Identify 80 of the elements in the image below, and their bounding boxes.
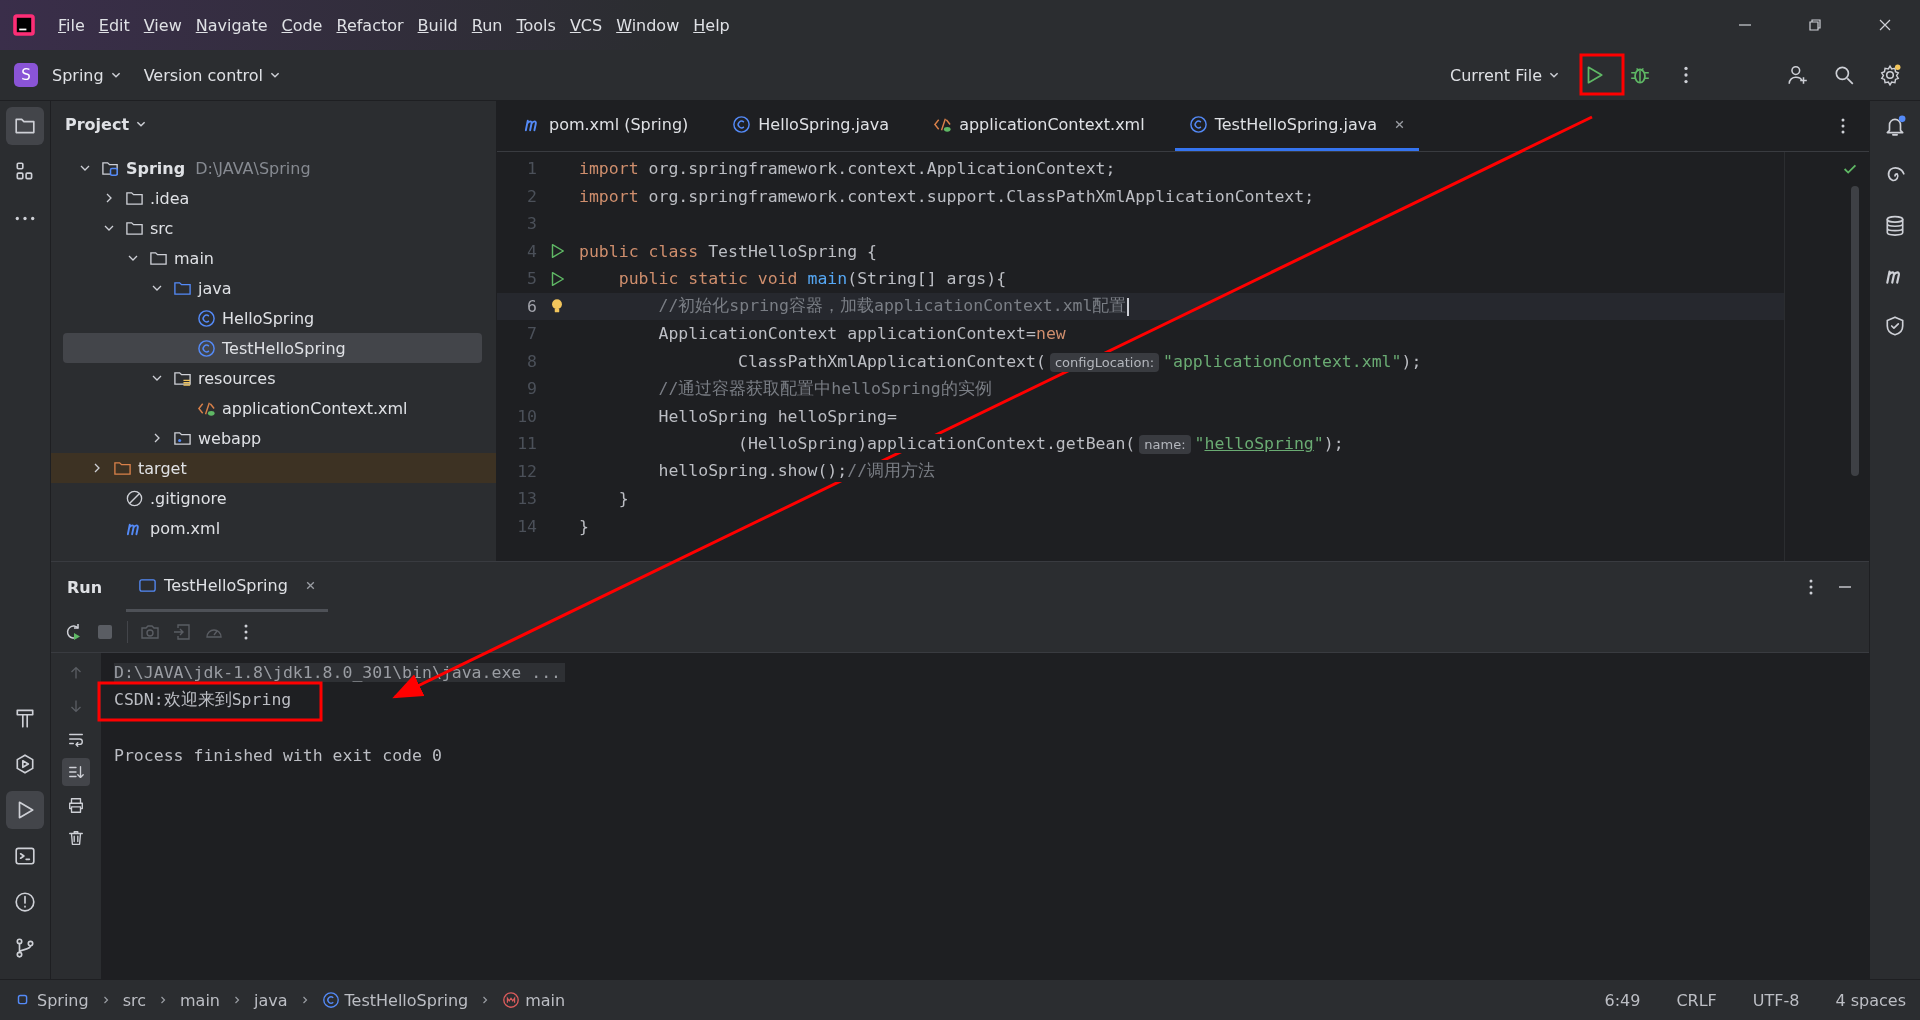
menu-item[interactable]: Edit <box>98 15 130 35</box>
tree-item[interactable]: TestHelloSpring <box>63 333 482 363</box>
breadcrumb[interactable]: Spring <box>14 990 89 1010</box>
version-control-dropdown[interactable]: Version control <box>135 59 290 91</box>
method-icon <box>502 991 521 1009</box>
breadcrumb[interactable]: java <box>254 990 288 1010</box>
app-logo-icon <box>12 13 36 37</box>
tree-item[interactable]: pom.xml <box>63 513 482 543</box>
run-configuration-dropdown[interactable]: Current File <box>1442 59 1568 91</box>
menu-item[interactable]: View <box>143 15 182 35</box>
class-icon <box>197 338 216 358</box>
problems-icon <box>14 891 36 913</box>
editor-tab[interactable]: pom.xml (Spring) <box>509 101 703 151</box>
class-icon <box>732 115 752 134</box>
add-user-icon[interactable] <box>1787 64 1809 86</box>
search-icon[interactable] <box>1833 64 1855 86</box>
menu-item[interactable]: Refactor <box>336 15 404 35</box>
console-line: CSDN:欢迎来到Spring <box>114 689 292 712</box>
chevron-icon <box>158 995 168 1005</box>
class-icon <box>321 991 340 1009</box>
tree-item[interactable]: main <box>63 243 482 273</box>
highlight-box <box>1579 53 1625 96</box>
editor-tab[interactable]: HelloSpring.java <box>718 101 904 151</box>
close-icon[interactable] <box>304 580 316 591</box>
class-icon <box>197 308 216 328</box>
menu-item[interactable]: File <box>58 15 85 35</box>
tree-item[interactable]: java <box>63 273 482 303</box>
trash-icon <box>67 829 85 847</box>
tree-item[interactable]: applicationContext.xml <box>63 393 482 423</box>
menu-item[interactable]: VCS <box>569 15 603 35</box>
close-icon[interactable] <box>1393 119 1405 130</box>
shield-icon <box>1884 315 1906 337</box>
menu-item[interactable]: Build <box>417 15 458 35</box>
database-icon <box>1884 215 1906 237</box>
project-switcher[interactable]: Spring <box>44 59 130 91</box>
services-icon <box>14 753 36 775</box>
menu-item[interactable]: Code <box>281 15 323 35</box>
menu-item[interactable]: Help <box>693 15 730 35</box>
tree-item[interactable]: .gitignore <box>63 483 482 513</box>
status-item[interactable]: 6:49 <box>1604 990 1641 1010</box>
tool-window-button[interactable] <box>6 791 44 829</box>
tree-item[interactable]: resources <box>63 363 482 393</box>
breadcrumb[interactable]: src <box>122 990 146 1010</box>
class-icon <box>1188 115 1208 134</box>
breadcrumb[interactable]: TestHelloSpring <box>321 990 469 1010</box>
tree-item[interactable]: webapp <box>63 423 482 453</box>
tree-item[interactable]: target <box>51 453 496 483</box>
print-icon <box>67 796 85 814</box>
terminal-icon <box>14 845 36 867</box>
menu-item[interactable]: Navigate <box>195 15 268 35</box>
console-line: Process finished with exit code 0 <box>114 745 442 765</box>
breadcrumb[interactable]: main <box>502 990 566 1010</box>
chevron-icon <box>232 995 242 1005</box>
scroll-end-icon <box>67 763 85 781</box>
settings-icon[interactable] <box>1879 64 1901 86</box>
status-item[interactable]: CRLF <box>1676 990 1717 1010</box>
git-icon <box>14 937 36 959</box>
status-item[interactable]: UTF-8 <box>1752 990 1800 1010</box>
editor-tab[interactable]: TestHelloSpring.java <box>1174 101 1419 151</box>
tree-item[interactable]: Spring D:\JAVA\Spring <box>63 153 482 183</box>
tree-item[interactable]: src <box>63 213 482 243</box>
tree-item[interactable]: .idea <box>63 183 482 213</box>
menu-item[interactable]: Tools <box>516 15 556 35</box>
menu-item[interactable]: Window <box>616 15 680 35</box>
project-view-dropdown[interactable]: Project <box>59 113 154 135</box>
tree-item[interactable]: HelloSpring <box>63 303 482 333</box>
hammer-icon <box>14 707 36 729</box>
project-badge[interactable]: S <box>14 63 38 87</box>
status-item[interactable]: 4 spaces <box>1835 990 1906 1010</box>
more-icon <box>14 214 36 222</box>
menu-item[interactable]: Run <box>471 15 503 35</box>
line-number: 6 <box>526 296 537 316</box>
console-tool-button[interactable] <box>62 758 90 786</box>
editor-tab[interactable]: applicationContext.xml <box>919 101 1159 151</box>
prohibited-icon <box>125 488 144 508</box>
tool-window-button[interactable] <box>6 107 44 145</box>
panel-title: Run <box>67 577 103 597</box>
breadcrumb[interactable]: main <box>180 990 220 1010</box>
scrollbar-thumb[interactable] <box>1851 186 1859 476</box>
window-icon <box>138 576 158 595</box>
